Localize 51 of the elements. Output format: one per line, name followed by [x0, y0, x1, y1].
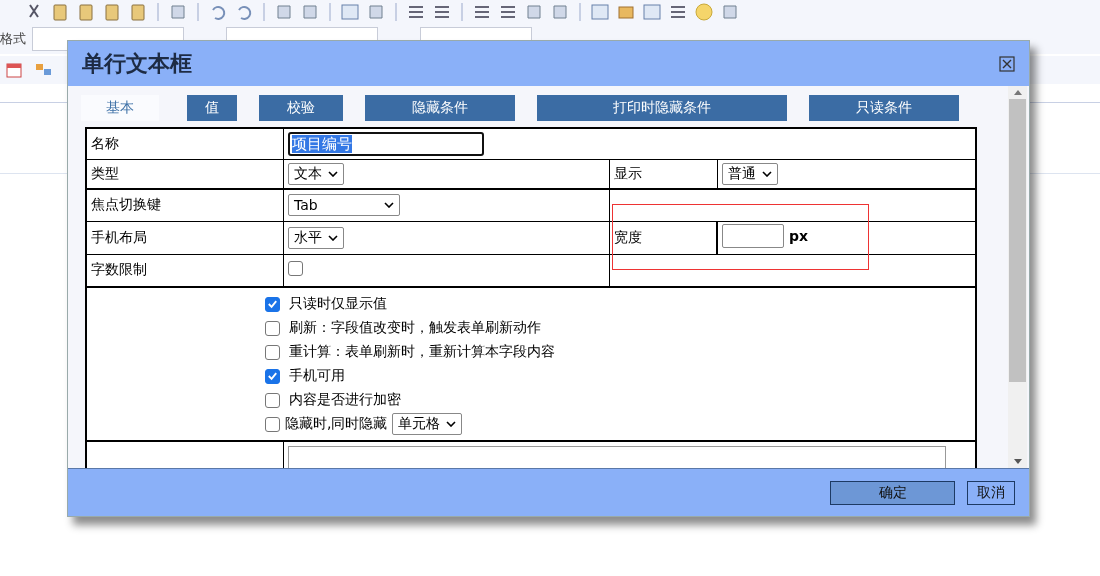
field-label: 名称 [86, 128, 284, 159]
checkbox[interactable] [265, 344, 280, 360]
checkbox[interactable] [265, 368, 280, 384]
field-label: 显示 [609, 159, 718, 189]
tab[interactable]: 校验 [259, 95, 343, 121]
option-label: 刷新：字段值改变时，触发表单刷新动作 [289, 319, 541, 337]
layout-select[interactable]: 水平 [288, 226, 344, 249]
name-input[interactable]: 项目编号 [288, 131, 484, 156]
chevron-icon [761, 170, 772, 177]
checkbox[interactable] [265, 416, 280, 432]
tab[interactable]: 隐藏条件 [365, 95, 515, 121]
scrollbar[interactable] [1008, 86, 1027, 468]
checkbox[interactable] [265, 320, 280, 336]
option-label: 手机可用 [289, 367, 345, 385]
type-select[interactable]: 文本 [288, 162, 344, 185]
field-label: 字数限制 [86, 254, 284, 287]
chevron-icon [328, 234, 338, 241]
tab[interactable]: 值 [187, 95, 237, 121]
tab[interactable]: 只读条件 [809, 95, 959, 121]
checkbox[interactable] [288, 261, 303, 277]
width-input[interactable] [722, 224, 785, 248]
chevron-icon [328, 170, 338, 177]
hide-target-select[interactable]: 单元格 [392, 413, 463, 435]
dialog-button[interactable]: 确定 [830, 480, 955, 505]
tab[interactable]: 基本 [81, 95, 159, 121]
scroll-up-icon[interactable] [1012, 89, 1023, 95]
chevron-icon [446, 421, 457, 427]
option-label: 重计算：表单刷新时，重新计算本字段内容 [289, 343, 555, 361]
field-label: 手机布局 [86, 221, 284, 254]
calendar-icon[interactable] [4, 60, 24, 80]
dialog-title: 单行文本框 [82, 49, 192, 78]
unit-label: px [789, 228, 809, 244]
option-label: 隐藏时,同时隐藏 [285, 415, 388, 433]
option-label: 内容是否进行加密 [289, 391, 401, 409]
dialog-button[interactable]: 取消 [967, 480, 1015, 505]
scroll-down-icon[interactable] [1012, 459, 1023, 465]
clipboard-icon[interactable] [76, 2, 96, 22]
toolbar-label: 格式 [0, 30, 26, 48]
display-select[interactable]: 普通 [721, 162, 778, 185]
field-label: 类型 [86, 159, 284, 189]
tab[interactable]: 打印时隐藏条件 [537, 95, 787, 121]
field-label: 焦点切换键 [86, 189, 284, 221]
checkbox[interactable] [265, 296, 280, 312]
focus-key-select[interactable]: Tab [288, 194, 400, 217]
scroll-thumb[interactable] [1009, 99, 1026, 382]
option-label: 只读时仅显示值 [289, 295, 387, 313]
close-icon[interactable] [999, 55, 1015, 72]
chevron-icon [384, 202, 394, 209]
clipboard-icon[interactable] [102, 2, 122, 22]
clipboard-icon[interactable] [128, 2, 148, 22]
checkbox[interactable] [265, 392, 280, 408]
